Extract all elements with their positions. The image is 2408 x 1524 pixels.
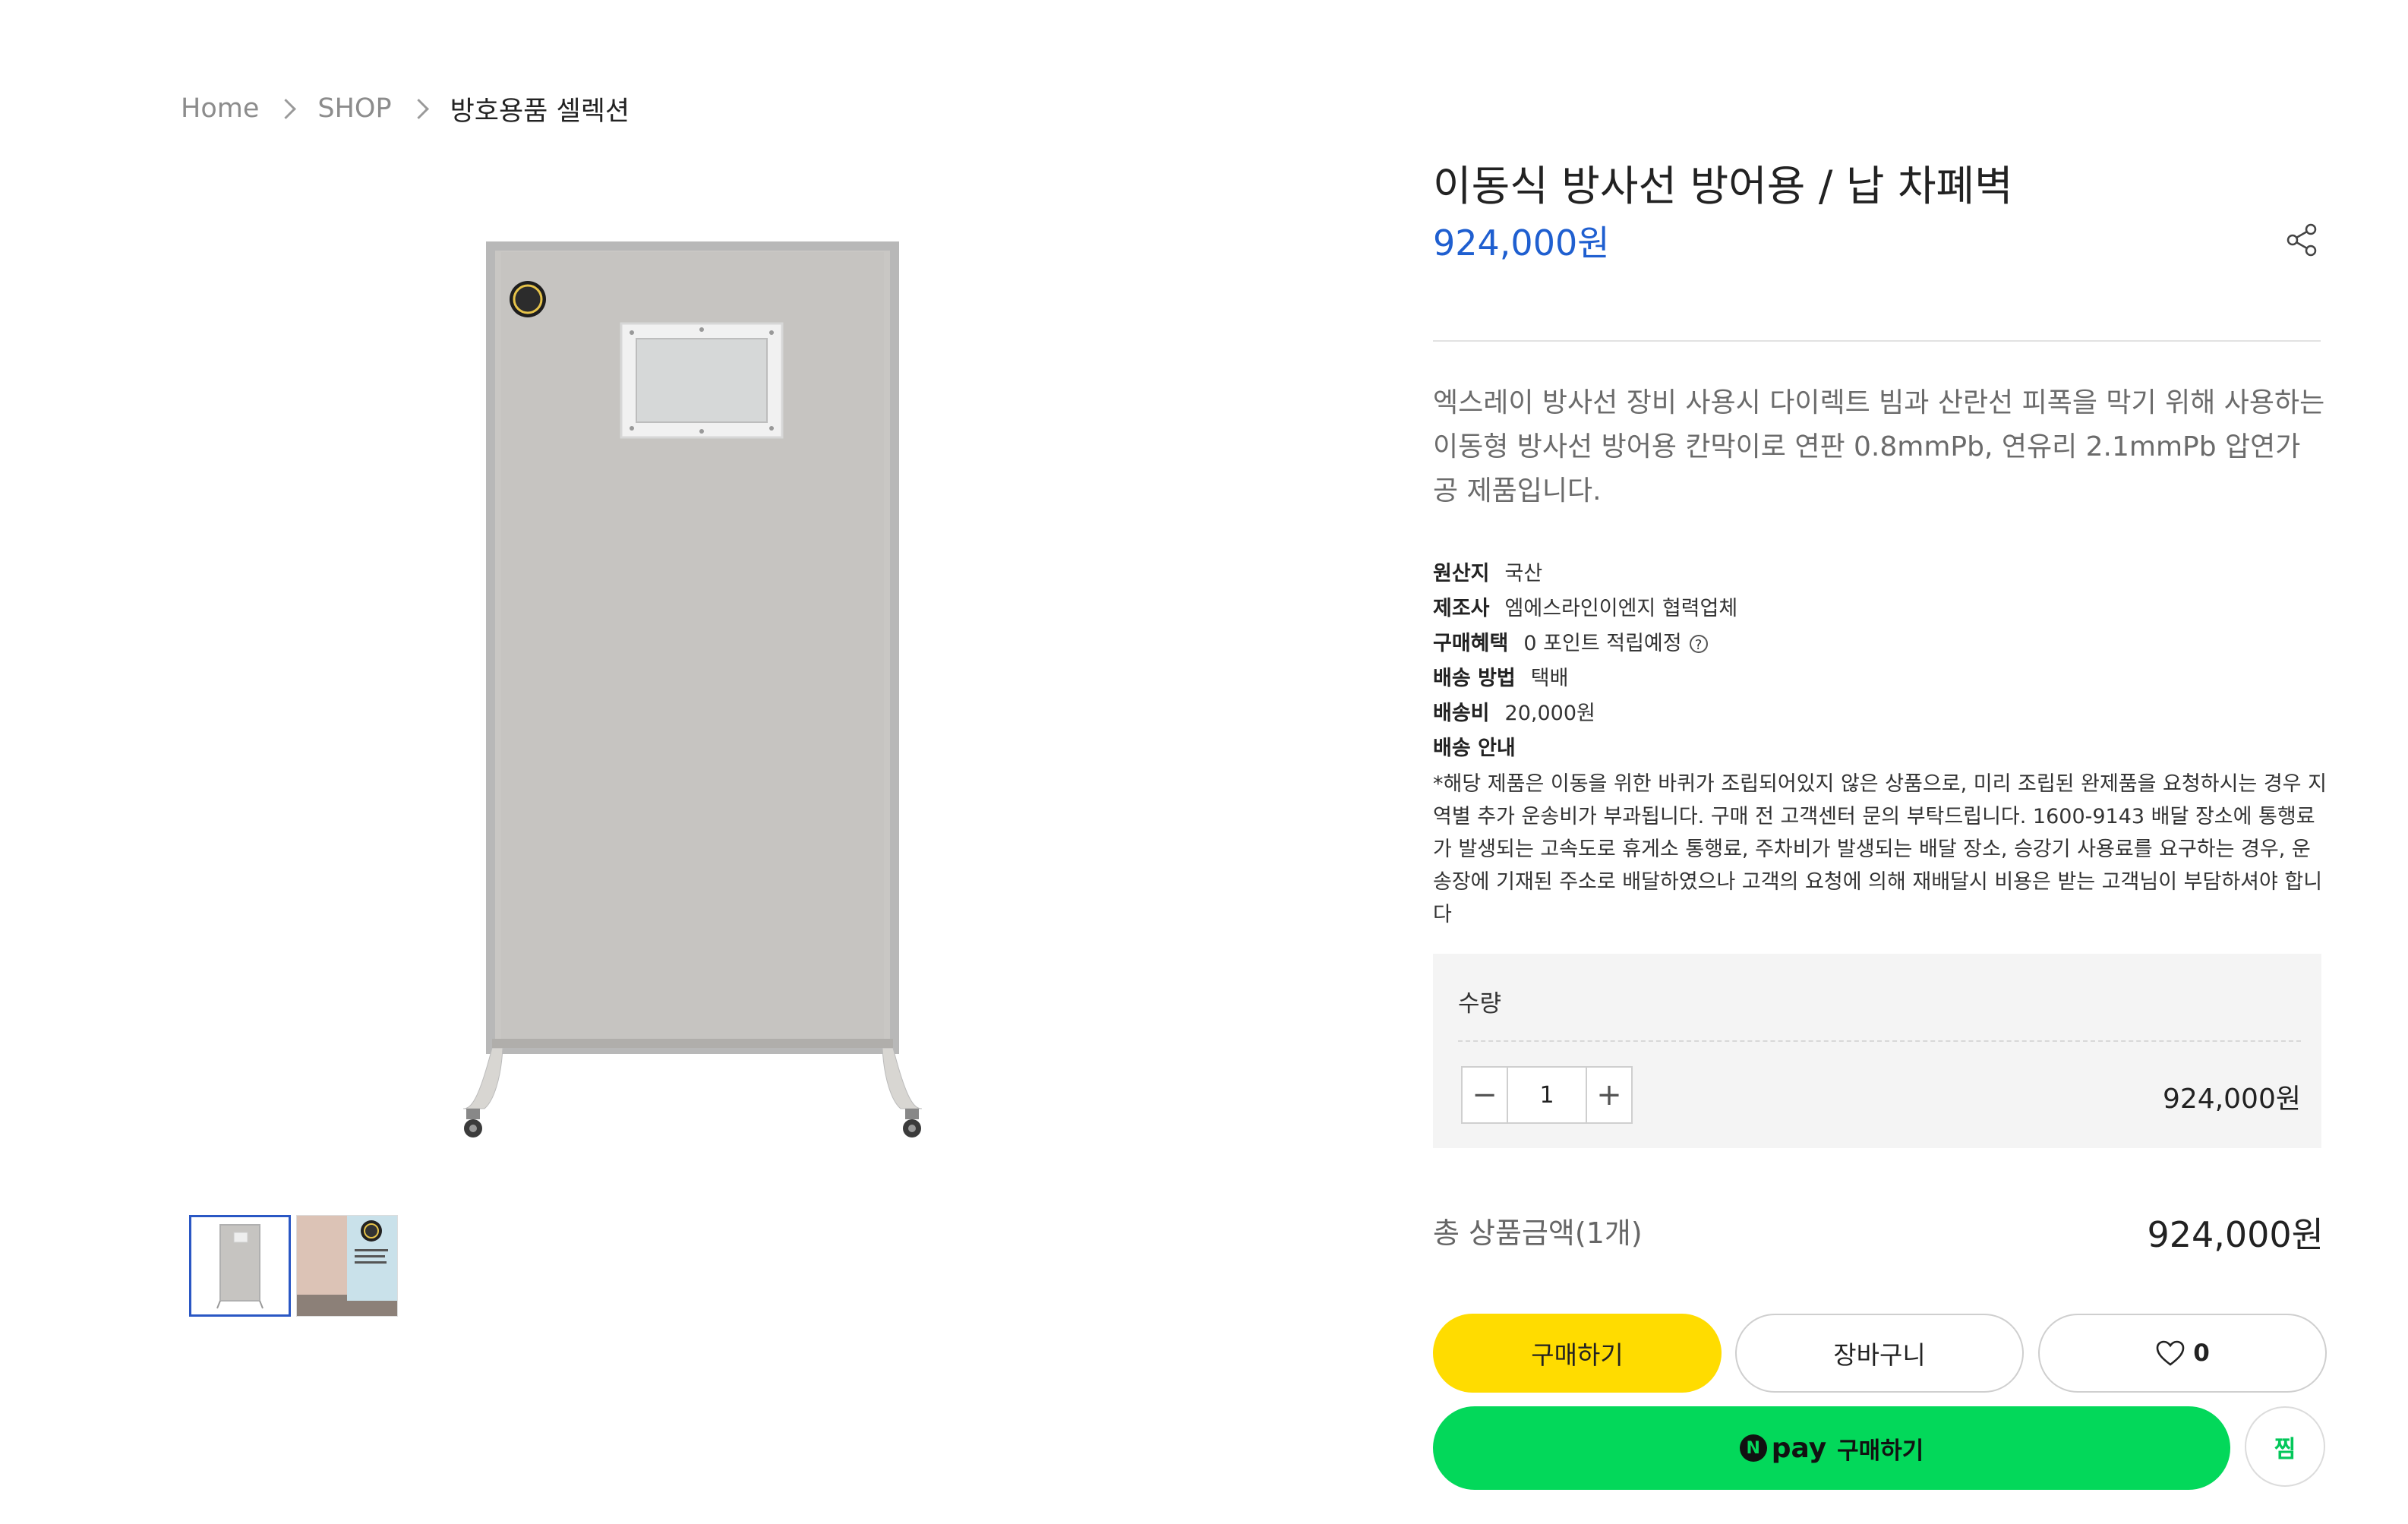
npay-buy-button[interactable]: N pay 구매하기 xyxy=(1433,1406,2230,1490)
npay-logo-text: pay xyxy=(1771,1432,1827,1464)
info-label: 제조사 xyxy=(1433,597,1490,620)
info-row-ship-method: 배송 방법 택배 xyxy=(1433,661,2329,696)
product-thumbnail-1[interactable] xyxy=(189,1215,291,1317)
info-row-maker: 제조사 엠에스라인이엔지 협력업체 xyxy=(1433,592,2329,626)
npay-buy-label: 구매하기 xyxy=(1837,1437,1924,1465)
info-label: 구매혜택 xyxy=(1433,632,1509,655)
breadcrumb-home[interactable]: Home xyxy=(181,93,259,124)
product-title: 이동식 방사선 방어용 / 납 차폐벽 xyxy=(1433,162,2013,210)
product-main-image[interactable] xyxy=(448,235,942,1147)
info-row-ship-guide: 배송 안내 xyxy=(1433,731,2329,766)
zzim-button[interactable]: 찜 xyxy=(2245,1406,2325,1487)
cart-button[interactable]: 장바구니 xyxy=(1735,1314,2024,1393)
quantity-input[interactable]: 1 xyxy=(1507,1068,1587,1122)
option-line-price: 924,000원 xyxy=(2163,1084,2301,1115)
info-row-origin: 원산지 국산 xyxy=(1433,557,2329,592)
help-circle-icon[interactable]: ? xyxy=(1689,635,1708,653)
quantity-increase-button[interactable]: + xyxy=(1587,1068,1631,1122)
info-label: 원산지 xyxy=(1433,562,1490,585)
info-value: 국산 xyxy=(1504,562,1543,585)
chevron-right-icon xyxy=(276,98,297,119)
chevron-right-icon xyxy=(408,98,429,119)
info-row-ship-fee: 배송비 20,000원 xyxy=(1433,696,2329,731)
info-value: 20,000원 xyxy=(1504,702,1595,725)
product-thumbnail-2[interactable] xyxy=(296,1215,398,1317)
product-info: 원산지 국산 제조사 엠에스라인이엔지 협력업체 구매혜택 0 포인트 적립예정… xyxy=(1433,557,2329,931)
info-value: 택배 xyxy=(1530,667,1569,690)
info-value: 엠에스라인이엔지 협력업체 xyxy=(1504,597,1738,620)
breadcrumb-current[interactable]: 방호용품 셀렉션 xyxy=(450,90,630,128)
total-label: 총 상품금액(1개) xyxy=(1433,1216,1643,1250)
buy-button[interactable]: 구매하기 xyxy=(1433,1314,1722,1393)
naver-n-icon: N xyxy=(1739,1434,1767,1462)
shipping-guide-text: *해당 제품은 이동을 위한 바퀴가 조립되어있지 않은 상품으로, 미리 조립… xyxy=(1433,772,2327,926)
heart-icon xyxy=(2156,1340,2185,1366)
product-price: 924,000원 xyxy=(1433,222,1610,263)
info-row-benefit: 구매혜택 0 포인트 적립예정 ? xyxy=(1433,626,2329,661)
info-label: 배송 안내 xyxy=(1433,737,1516,760)
like-button[interactable]: 0 xyxy=(2038,1314,2327,1393)
quantity-decrease-button[interactable]: − xyxy=(1463,1068,1507,1122)
share-icon[interactable] xyxy=(2282,220,2321,260)
total-price: 924,000원 xyxy=(2147,1214,2324,1255)
option-divider xyxy=(1458,1040,2301,1042)
thumbnail-image xyxy=(191,1217,289,1314)
quantity-label: 수량 xyxy=(1458,990,1502,1018)
breadcrumb-shop[interactable]: SHOP xyxy=(317,93,391,124)
quantity-stepper: − 1 + xyxy=(1461,1066,1633,1124)
breadcrumb: Home SHOP 방호용품 셀렉션 xyxy=(181,90,630,128)
info-value: 0 포인트 적립예정 xyxy=(1523,632,1682,655)
like-count: 0 xyxy=(2193,1339,2210,1367)
info-label: 배송비 xyxy=(1433,702,1490,725)
product-description: 엑스레이 방사선 장비 사용시 다이렉트 빔과 산란선 피폭을 막기 위해 사용… xyxy=(1433,387,2325,506)
info-label: 배송 방법 xyxy=(1433,667,1516,690)
divider xyxy=(1433,340,2321,342)
thumbnail-image xyxy=(297,1216,397,1316)
